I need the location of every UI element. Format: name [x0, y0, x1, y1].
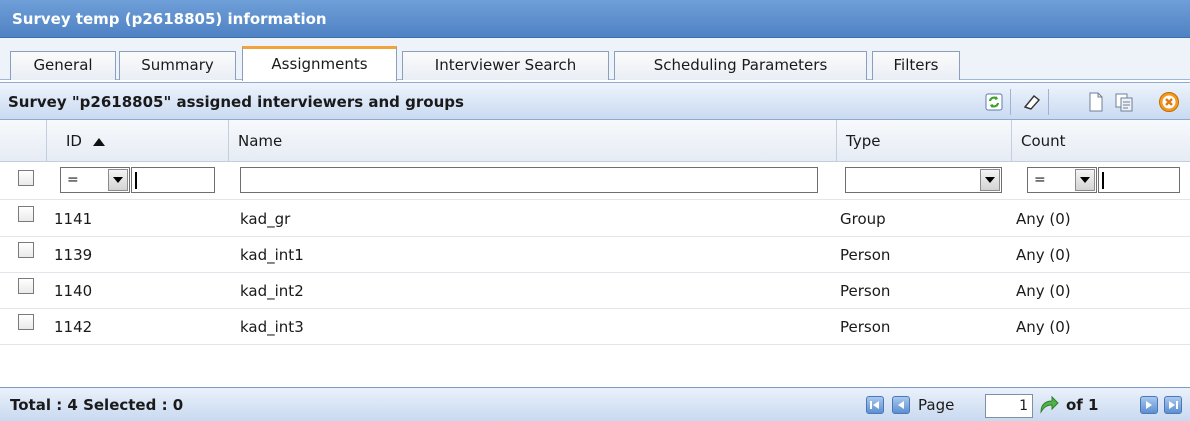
- id-operator-value: =: [67, 172, 79, 188]
- cell-id: 1141: [54, 210, 93, 228]
- cell-id: 1140: [54, 282, 93, 300]
- row-checkbox[interactable]: [18, 314, 34, 330]
- id-operator-select[interactable]: =: [60, 167, 130, 193]
- column-header-id-label: ID: [66, 132, 82, 150]
- refresh-icon[interactable]: [982, 90, 1006, 114]
- copy-document-icon[interactable]: [1112, 90, 1136, 114]
- page-number-input[interactable]: 1: [985, 394, 1033, 418]
- next-page-icon[interactable]: [1140, 396, 1158, 414]
- cell-id: 1142: [54, 318, 93, 336]
- previous-page-icon[interactable]: [892, 396, 910, 414]
- filter-row: = =: [0, 162, 1190, 200]
- tab-interviewer-search[interactable]: Interviewer Search: [402, 51, 609, 80]
- count-operator-value: =: [1034, 172, 1046, 188]
- cell-type: Group: [840, 210, 886, 228]
- tab-general[interactable]: General: [10, 51, 116, 80]
- table-row[interactable]: 1140 kad_int2 Person Any (0): [0, 273, 1190, 309]
- toolbar-separator: [1048, 89, 1049, 115]
- table-row[interactable]: 1142 kad_int3 Person Any (0): [0, 309, 1190, 345]
- cell-name: kad_int3: [240, 318, 304, 336]
- row-checkbox[interactable]: [18, 278, 34, 294]
- chevron-down-icon: [980, 169, 1000, 191]
- table-row[interactable]: 1141 kad_gr Group Any (0): [0, 201, 1190, 237]
- tab-summary[interactable]: Summary: [119, 51, 236, 80]
- new-document-icon[interactable]: [1084, 90, 1108, 114]
- go-to-page-icon[interactable]: [1038, 394, 1060, 420]
- chevron-down-icon: [108, 169, 128, 191]
- cell-type: Person: [840, 318, 891, 336]
- column-separator: [46, 120, 47, 162]
- cell-type: Person: [840, 282, 891, 300]
- column-header-id[interactable]: ID: [56, 120, 226, 162]
- tab-filters[interactable]: Filters: [872, 51, 960, 80]
- cell-name: kad_gr: [240, 210, 291, 228]
- name-filter-input[interactable]: [240, 167, 818, 193]
- column-headers: ID Name Type Count: [0, 120, 1190, 162]
- page-count-label: of 1: [1066, 396, 1099, 414]
- window-title: Survey temp (p2618805) information: [0, 0, 1190, 38]
- cell-type: Person: [840, 246, 891, 264]
- row-checkbox[interactable]: [18, 206, 34, 222]
- count-filter-input[interactable]: [1098, 167, 1180, 193]
- select-all-checkbox[interactable]: [18, 170, 34, 186]
- row-checkbox[interactable]: [18, 242, 34, 258]
- close-icon[interactable]: [1157, 90, 1181, 114]
- grid-title: Survey "p2618805" assigned interviewers …: [8, 93, 464, 111]
- cell-count: Any (0): [1016, 210, 1071, 228]
- column-header-name[interactable]: Name: [228, 120, 834, 162]
- column-header-type[interactable]: Type: [836, 120, 1010, 162]
- tab-assignments[interactable]: Assignments: [242, 46, 397, 81]
- column-header-count[interactable]: Count: [1011, 120, 1189, 162]
- clear-filter-icon[interactable]: [1020, 90, 1044, 114]
- page-label: Page: [918, 396, 955, 414]
- cell-name: kad_int1: [240, 246, 304, 264]
- sort-ascending-icon: [92, 137, 105, 146]
- tab-strip: General Summary Assignments Interviewer …: [0, 38, 1190, 81]
- cell-count: Any (0): [1016, 282, 1071, 300]
- id-filter-input[interactable]: [131, 167, 215, 193]
- type-filter-select[interactable]: [845, 167, 1002, 193]
- grid-footer: Total : 4 Selected : 0 Page 1 of 1: [0, 387, 1190, 421]
- cell-count: Any (0): [1016, 246, 1071, 264]
- table-row[interactable]: 1139 kad_int1 Person Any (0): [0, 237, 1190, 273]
- cell-id: 1139: [54, 246, 93, 264]
- chevron-down-icon: [1075, 169, 1095, 191]
- grid-header: Survey "p2618805" assigned interviewers …: [0, 82, 1190, 120]
- cell-name: kad_int2: [240, 282, 304, 300]
- cell-count: Any (0): [1016, 318, 1071, 336]
- tab-scheduling-parameters[interactable]: Scheduling Parameters: [614, 51, 867, 80]
- toolbar-separator: [1010, 89, 1011, 115]
- last-page-icon[interactable]: [1164, 396, 1182, 414]
- first-page-icon[interactable]: [866, 396, 884, 414]
- totals-label: Total : 4 Selected : 0: [10, 396, 184, 414]
- count-operator-select[interactable]: =: [1027, 167, 1097, 193]
